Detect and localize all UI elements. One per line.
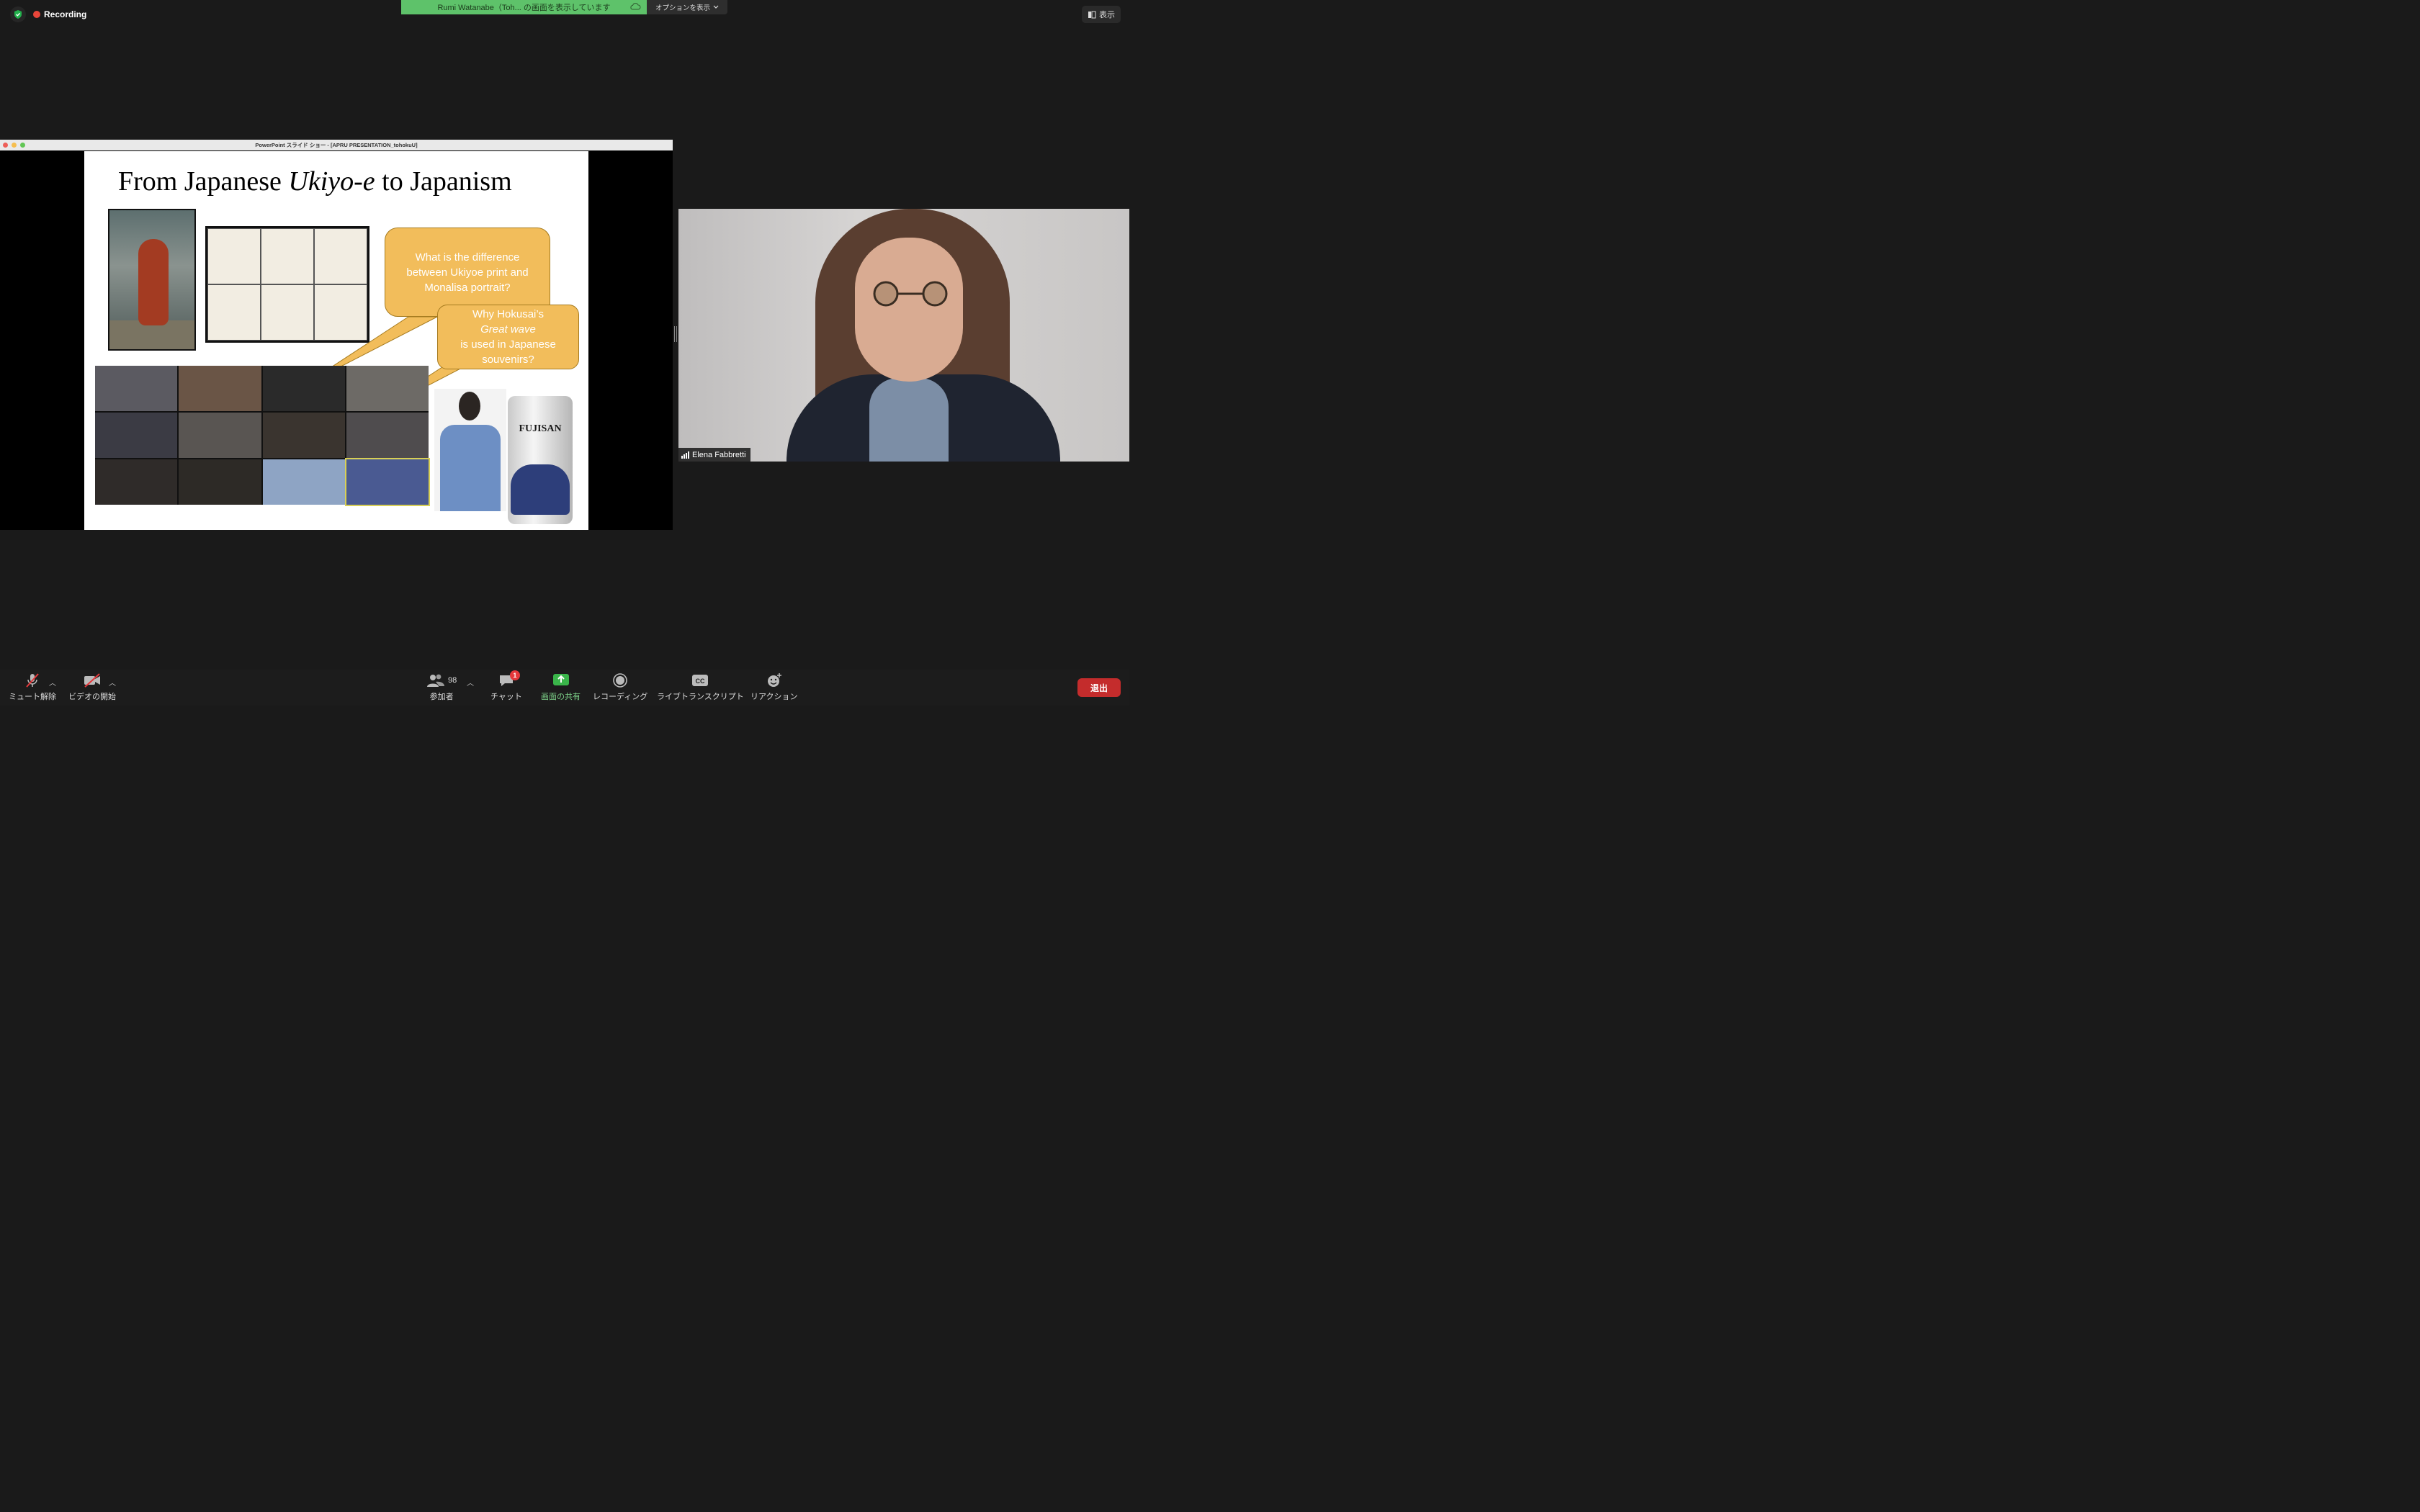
cloud-icon [630,3,641,10]
share-screen-button[interactable]: 画面の共有 [541,672,581,702]
add-reaction-icon [767,673,781,687]
live-transcript-button[interactable]: CC ライブトランスクリプト [657,672,744,702]
slide-title-italic: Ukiyo-e [288,166,375,197]
meeting-toolbar: ミュート解除 ︿ ビデオの開始 ︿ 98 参加者 ︿ 1 チャット 画面の共有 … [0,670,1129,706]
participants-options-caret-icon[interactable]: ︿ [467,677,474,688]
chevron-down-icon [713,5,719,9]
bubble1-line2: between Ukiyoe print and [406,266,529,279]
window-controls [3,143,25,148]
participant-video[interactable]: Elena Fabbretti [678,209,1129,462]
video-options-caret-icon[interactable]: ︿ [109,677,116,688]
unmute-label: ミュート解除 [9,693,56,701]
participants-label: 参加者 [429,693,454,701]
share-screen-label: 画面の共有 [541,693,581,701]
participants-icon [427,674,444,687]
meeting-status: Recording [10,6,86,23]
encryption-shield-icon[interactable] [10,6,26,22]
chat-button[interactable]: 1 チャット [490,670,522,702]
participants-button[interactable]: 98 参加者 [426,672,457,702]
view-options-button[interactable]: オプションを表示 [647,0,727,14]
options-label: オプションを表示 [655,4,710,12]
cc-text: CC [696,678,705,685]
bubble2-italic: Great wave [480,323,536,336]
bubble2-line3: is used in Japanese [460,338,556,351]
bubble2-line4: souvenirs? [482,354,534,366]
audio-options-caret-icon[interactable]: ︿ [49,677,56,688]
participant-name-tag: Elena Fabbretti [678,448,750,462]
japonaise-painting-image [108,209,196,351]
recording-label: Recording [44,9,87,19]
reactions-label: リアクション [750,693,798,701]
microphone-muted-icon [26,673,39,688]
speech-bubble-difference: What is the difference between Ukiyoe pr… [385,228,550,317]
share-screen-icon [552,674,569,685]
start-video-label: ビデオの開始 [68,693,116,701]
screen-share-banner: Rumi Watanabe（Toh... の画面を表示しています [401,0,647,14]
layout-icon [1088,11,1096,18]
presentation-slide: From Japanese Ukiyo-e to Japanism What i… [84,151,588,530]
participants-count: 98 [448,676,457,685]
share-banner-text: Rumi Watanabe（Toh... の画面を表示しています [437,4,611,12]
leave-meeting-button[interactable]: 退出 [1077,678,1121,697]
fujisan-beer-can-image: FUJISAN [508,396,573,524]
panel-resize-handle[interactable] [674,326,677,342]
reactions-button[interactable]: リアクション [750,672,797,702]
view-button[interactable]: 表示 [1082,6,1121,23]
connection-signal-icon [681,451,689,459]
slide-title: From Japanese Ukiyo-e to Japanism [118,166,512,197]
record-icon [613,673,627,688]
live-transcript-label: ライブトランスクリプト [657,693,744,701]
bubble2-line1: Why Hokusai’s [472,308,544,320]
minimize-window-icon [12,143,17,148]
recording-indicator[interactable]: Recording [33,9,86,19]
powerpoint-titlebar: PowerPoint スライド ショー - [APRU PRESENTATION… [0,140,673,150]
shared-screen: PowerPoint スライド ショー - [APRU PRESENTATION… [0,140,673,530]
video-camera-muted-icon [84,673,100,688]
chat-label: チャット [490,693,522,701]
recording-button-label: レコーディング [593,693,648,701]
bubble1-line1: What is the difference [415,251,520,264]
can-brand: FUJISAN [519,423,562,434]
closed-caption-icon: CC [692,675,709,686]
participant-name: Elena Fabbretti [692,450,746,459]
bubble1-line3: Monalisa portrait? [424,281,511,294]
powerpoint-title: PowerPoint スライド ショー - [APRU PRESENTATION… [255,142,418,148]
view-label: 表示 [1099,11,1115,19]
recording-dot-icon [33,11,40,18]
speech-bubble-great-wave: Why Hokusai’s Great wave is used in Japa… [437,305,579,369]
slide-title-start: From Japanese [118,166,289,197]
great-wave-sweater-image [434,389,506,511]
students-video-grid-image [95,366,431,506]
slide-title-end: to Japanism [375,166,512,197]
recording-button[interactable]: レコーディング [593,672,647,702]
close-window-icon [3,143,8,148]
maximize-window-icon [20,143,25,148]
chat-unread-badge: 1 [509,670,520,680]
